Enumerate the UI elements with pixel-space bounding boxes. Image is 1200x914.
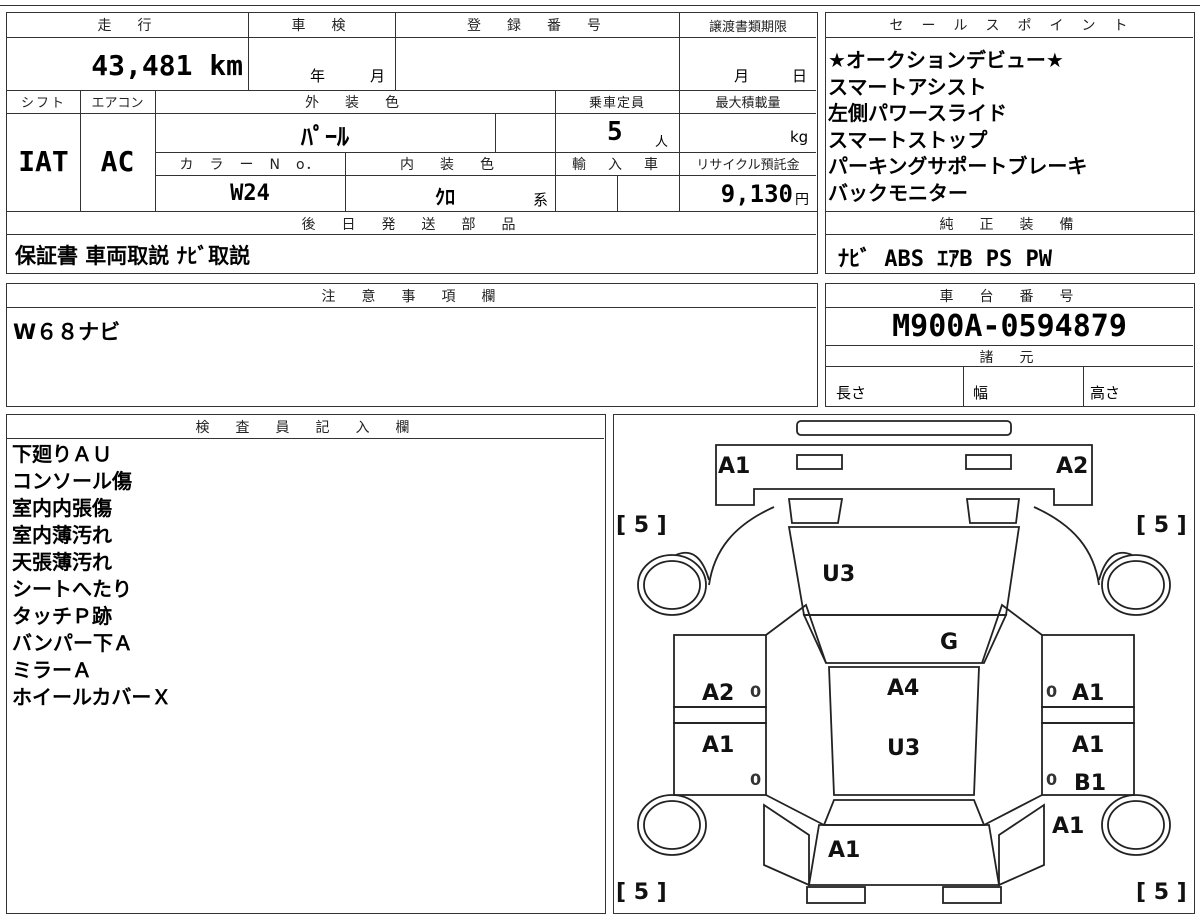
equipment-header: 純 正 装 備 xyxy=(939,217,1080,233)
right-front-door-mark: 0 xyxy=(1046,682,1057,701)
transfer-day: 日 xyxy=(792,67,808,85)
roof-damage-u: U3 xyxy=(887,736,920,761)
right-front-door-damage: A1 xyxy=(1072,681,1104,706)
front-right-damage: A2 xyxy=(1056,454,1088,479)
interior-color-header: 内 装 色 xyxy=(400,157,500,173)
equipment-box: 純 正 装 備 ﾅﾋﾞ ABS ｴｱB PS PW xyxy=(825,212,1195,274)
inspector-note: コンソール傷 xyxy=(12,469,132,493)
right-rear-door-mark: 0 xyxy=(1046,770,1057,789)
tire-front-right-label: [ 5 ] xyxy=(1136,513,1187,538)
sales-point: ★オークションデビュー★ xyxy=(828,48,1064,72)
roof-damage-a: A4 xyxy=(887,676,919,701)
inspector-note: 室内薄汚れ xyxy=(12,523,112,547)
sales-points-header: セ ー ル ス ポ イ ン ト xyxy=(889,18,1130,34)
mileage-value: 43,481 km xyxy=(91,49,243,82)
sales-point: 左側パワースライド xyxy=(828,101,1007,125)
chassis-number-header: 車 台 番 号 xyxy=(939,289,1080,305)
transfer-month: 月 xyxy=(734,67,750,85)
inspector-note: 下廻りＡＵ xyxy=(12,442,112,466)
inspector-note: タッチＰ跡 xyxy=(12,604,112,628)
mileage-header: 走 行 xyxy=(97,18,158,34)
sales-points-list: ★オークションデビュー★ スマートアシスト 左側パワースライド スマートストップ… xyxy=(828,47,1087,206)
equipment-items: ﾅﾋﾞ ABS ｴｱB PS PW xyxy=(838,247,1052,272)
inspector-note: ホイールカバーＸ xyxy=(12,685,172,709)
inspector-notes-header: 検 査 員 記 入 欄 xyxy=(195,420,416,436)
car-diagram: [ 5 ] [ 5 ] [ 5 ] [ 5 ] A1 A2 U3 G A4 U3… xyxy=(616,420,1187,905)
delivery-parts-box: 後 日 発 送 部 品 保証書 車両取説 ﾅﾋﾞ取説 xyxy=(6,212,818,274)
right-rear-door-damage-a: A1 xyxy=(1072,733,1104,758)
front-left-damage: A1 xyxy=(718,454,750,479)
exterior-color-header: 外 装 色 xyxy=(305,95,405,111)
chassis-number: M900A-0594879 xyxy=(892,309,1127,344)
inspector-notes-list: 下廻りＡＵ コンソール傷 室内内張傷 室内薄汚れ 天張薄汚れ シートへたり タッ… xyxy=(12,441,171,711)
caution-notes-header: 注 意 事 項 欄 xyxy=(321,289,502,305)
inspector-notes-box: 検 査 員 記 入 欄 下廻りＡＵ コンソール傷 室内内張傷 室内薄汚れ 天張薄… xyxy=(6,414,606,914)
capacity-value: 5 xyxy=(607,117,623,147)
aircon-value: AC xyxy=(100,145,135,178)
tire-rear-left-label: [ 5 ] xyxy=(616,880,667,905)
top-strip xyxy=(0,0,1200,6)
rear-damage: A1 xyxy=(828,838,860,863)
specs-header: 諸 元 xyxy=(979,350,1040,366)
chassis-box: 車 台 番 号 M900A-0594879 諸 元 長さ 幅 高さ xyxy=(825,283,1195,407)
delivery-parts-header: 後 日 発 送 部 品 xyxy=(301,217,522,233)
tire-front-left-label: [ 5 ] xyxy=(616,513,667,538)
color-no-header: カ ラ ー N o． xyxy=(179,157,321,173)
sales-points-box: セ ー ル ス ポ イ ン ト ★オークションデビュー★ スマートアシスト 左側… xyxy=(825,12,1195,212)
capacity-unit: 人 xyxy=(655,135,669,150)
caution-notes-box: 注 意 事 項 欄 W６８ナビ xyxy=(6,283,818,407)
vehicle-info-table: 走 行 車 検 登 録 番 号 譲渡書類期限 43,481 km 年 月 月 日… xyxy=(6,12,818,212)
exterior-color-value: ﾊﾟｰﾙ xyxy=(301,123,349,151)
sales-point: バックモニター xyxy=(828,180,968,205)
recycle-unit: 円 xyxy=(795,192,809,208)
tire-rear-right-label: [ 5 ] xyxy=(1136,880,1187,905)
sales-point: パーキングサポートブレーキ xyxy=(828,154,1088,178)
spec-width-label: 幅 xyxy=(973,384,989,402)
import-header: 輸 入 車 xyxy=(572,157,662,173)
right-rear-door-damage-b: B1 xyxy=(1074,771,1106,796)
inspection-month: 月 xyxy=(370,67,386,85)
sales-point: スマートストップ xyxy=(828,127,988,152)
inspector-note: バンパー下Ａ xyxy=(12,631,133,655)
right-rear-fender-damage: A1 xyxy=(1052,814,1084,839)
recycle-header: リサイクル預託金 xyxy=(696,158,800,173)
capacity-header: 乗車定員 xyxy=(588,96,645,111)
transfer-deadline-header: 譲渡書類期限 xyxy=(708,20,787,35)
interior-color-suffix: 系 xyxy=(533,191,549,209)
registration-header: 登 録 番 号 xyxy=(467,18,607,34)
left-front-door-damage: A2 xyxy=(702,681,734,706)
aircon-header: エアコン xyxy=(91,96,144,111)
delivery-parts-items: 保証書 車両取説 ﾅﾋﾞ取説 xyxy=(15,244,251,268)
inspector-note: シートへたり xyxy=(12,577,132,601)
max-load-header: 最大積載量 xyxy=(715,96,781,111)
inspector-note: 室内内張傷 xyxy=(12,496,112,520)
left-front-door-mark: 0 xyxy=(750,682,761,701)
spec-length-label: 長さ xyxy=(836,384,867,402)
shift-header: シフト xyxy=(20,96,66,111)
damage-diagram-box: [ 5 ] [ 5 ] [ 5 ] [ 5 ] A1 A2 U3 G A4 U3… xyxy=(613,414,1195,914)
recycle-value: 9,130 xyxy=(720,180,793,208)
hood-damage: U3 xyxy=(822,562,855,587)
load-unit: kg xyxy=(790,128,809,146)
color-no-value: W24 xyxy=(230,181,270,206)
windshield-damage: G xyxy=(940,630,958,655)
inspector-note: ミラーＡ xyxy=(12,658,92,682)
inspection-year: 年 xyxy=(310,67,326,85)
spec-height-label: 高さ xyxy=(1090,384,1121,402)
inspection-header: 車 検 xyxy=(291,18,352,34)
caution-notes-text: W６８ナビ xyxy=(13,320,121,344)
shift-value: IAT xyxy=(18,145,69,178)
left-rear-door-damage: A1 xyxy=(702,733,734,758)
left-rear-door-mark: 0 xyxy=(750,770,761,789)
sales-point: スマートアシスト xyxy=(828,74,987,99)
interior-color-value: ｸﾛ xyxy=(435,185,455,209)
inspector-note: 天張薄汚れ xyxy=(12,550,112,574)
